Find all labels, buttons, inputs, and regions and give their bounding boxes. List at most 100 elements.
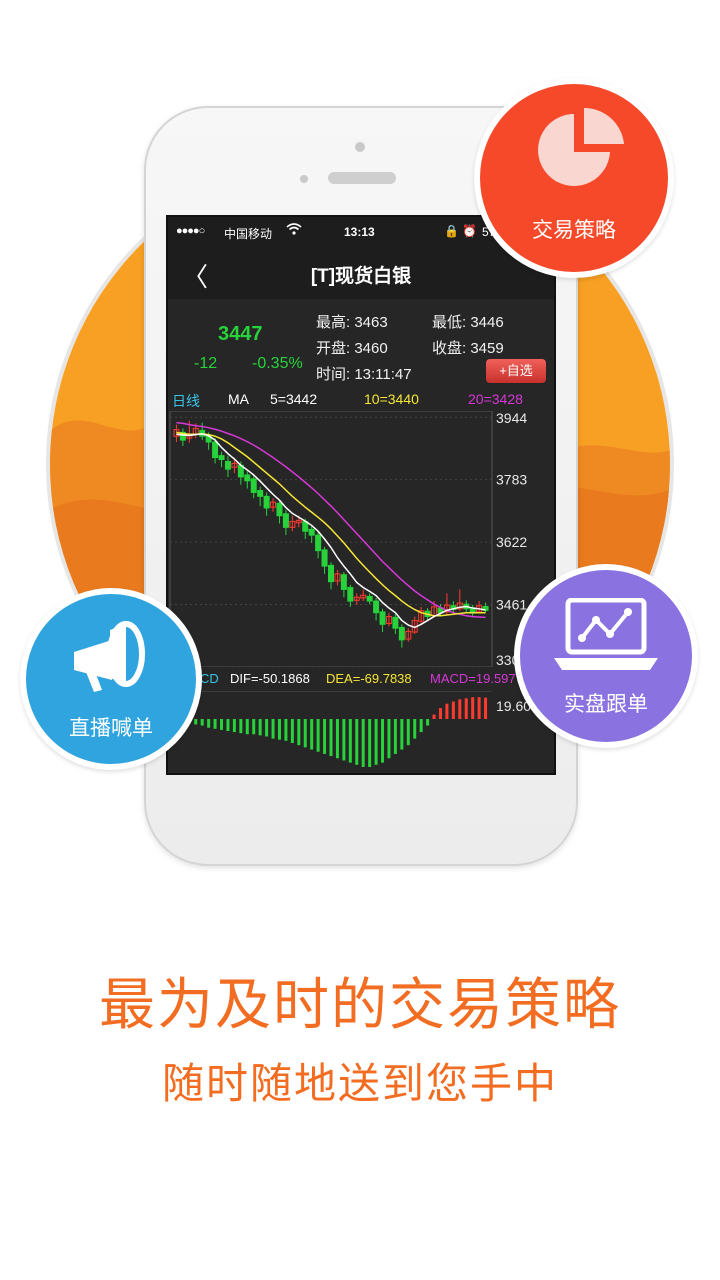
macd-bar — [226, 719, 230, 731]
period-tab[interactable]: 日线 — [172, 391, 200, 411]
macd-bar — [316, 719, 320, 752]
trading-strategy-badge[interactable]: 交易策略 — [474, 78, 674, 278]
live-follow-label: 实盘跟单 — [564, 692, 648, 716]
y-tick-label: 3944 — [496, 411, 527, 426]
live-broadcast-badge[interactable]: 直播喊单 — [20, 588, 202, 770]
nav-bar: 〈 [T]现货白银 — [168, 247, 554, 299]
candle-body — [244, 474, 251, 482]
chart-frame — [169, 411, 493, 667]
live-broadcast-label: 直播喊单 — [69, 716, 153, 740]
headline-sub: 随时随地送到您手中 — [161, 1059, 558, 1108]
macd-bar — [310, 719, 314, 750]
candle-body — [340, 574, 347, 590]
phone-camera — [355, 142, 365, 152]
candle-body — [308, 528, 315, 536]
macd-bar — [277, 719, 281, 740]
macd-bar — [335, 719, 339, 759]
macd-bar — [207, 719, 211, 728]
macd-bar — [303, 719, 307, 748]
macd-bar — [323, 719, 327, 754]
macd-bar — [271, 719, 275, 739]
candle-body — [398, 626, 405, 641]
live-follow-badge[interactable]: 实盘跟单 — [514, 564, 698, 748]
candle-body — [276, 502, 283, 517]
dif-value: DIF=-50.1868 — [230, 671, 310, 686]
y-tick-label: 3461 — [496, 597, 527, 613]
candle-body — [224, 460, 231, 470]
macd-bar — [361, 719, 365, 767]
dea-value: DEA=-69.7838 — [326, 671, 412, 686]
macd-indicator-row: CD DIF=-50.1868 DEA=-69.7838 MACD=19.597 — [168, 667, 554, 691]
wifi-icon — [286, 223, 302, 238]
macd-bar — [284, 719, 288, 741]
macd-bar — [484, 697, 488, 719]
macd-bar — [426, 719, 430, 726]
candle-body — [328, 564, 334, 583]
ma-label: MA — [228, 391, 249, 407]
macd-bar — [445, 703, 449, 719]
signal-strength: ●●●●○ — [176, 225, 205, 237]
macd-bar — [252, 719, 256, 735]
candle-body — [212, 441, 219, 459]
macd-bar — [232, 719, 236, 733]
candle-body — [321, 549, 328, 567]
macd-bar — [297, 719, 301, 746]
macd-bar — [471, 697, 475, 719]
page-title: [T]现货白银 — [310, 266, 412, 287]
pie-chart-icon — [538, 107, 624, 186]
macd-bar — [258, 719, 262, 736]
macd-bar — [342, 719, 346, 761]
headline-main: 最为及时的交易策略 — [99, 973, 621, 1038]
candle-body — [257, 490, 264, 497]
price-change-percent: -0.35% — [252, 355, 303, 372]
ma10-value: 10=3440 — [364, 391, 419, 407]
candle-body — [250, 478, 257, 493]
macd-bar — [290, 719, 294, 743]
laptop-chart-icon — [554, 598, 658, 670]
current-price: 3447 — [218, 323, 263, 345]
macd-bar — [432, 714, 436, 719]
carrier-name: 中国移动 — [224, 227, 273, 241]
macd-bar — [419, 719, 423, 733]
lock-alarm-icons: 🔒 ⏰ — [444, 224, 478, 238]
candle-body — [282, 513, 289, 528]
candle-body — [263, 495, 270, 509]
macd-bar — [265, 719, 269, 737]
add-to-watchlist-button[interactable]: +自选 — [486, 359, 546, 383]
macd-histogram-chart[interactable]: 19.60 — [168, 691, 556, 775]
quote-time: 时间: 13:11:47 — [316, 366, 412, 383]
ma20-value: 20=3428 — [468, 391, 523, 407]
macd-bar — [239, 719, 243, 734]
macd-bar — [200, 719, 204, 726]
macd-bar — [438, 708, 442, 719]
macd-value: MACD=19.597 — [430, 671, 516, 686]
candlestick-chart[interactable]: 3944378336223461330 — [168, 411, 556, 667]
app-screen: ●●●●○ 中国移动 13:13 🔒 ⏰ 57 〈 [T]现货白银 3447 -… — [166, 215, 556, 775]
macd-bar — [348, 719, 352, 763]
macd-bar — [329, 719, 333, 757]
ma5-value: 5=3442 — [270, 391, 318, 407]
macd-bar — [220, 719, 224, 730]
macd-bar — [413, 719, 417, 739]
macd-bar — [368, 719, 372, 767]
close-price: 收盘: 3459 — [432, 340, 504, 357]
macd-bar — [406, 719, 410, 746]
candle-body — [392, 616, 399, 629]
macd-bar — [245, 719, 249, 735]
high-price: 最高: 3463 — [316, 314, 388, 331]
candle-body — [347, 586, 354, 602]
y-tick-label: 3783 — [496, 472, 527, 488]
price-change: -12 — [194, 355, 218, 372]
macd-bar — [381, 719, 385, 763]
macd-bar — [464, 698, 468, 719]
candle-body — [315, 534, 322, 552]
open-price: 开盘: 3460 — [316, 340, 388, 357]
ma-indicator-row: 日线 MA 5=3442 10=3440 20=3428 — [168, 389, 554, 411]
macd-bar — [400, 719, 404, 750]
macd-tab[interactable]: CD — [200, 671, 219, 686]
candle-body — [218, 455, 225, 460]
ma5-line — [176, 433, 486, 629]
macd-bar — [451, 701, 455, 719]
y-tick-label: 3622 — [496, 534, 527, 550]
candle-body — [366, 595, 373, 602]
